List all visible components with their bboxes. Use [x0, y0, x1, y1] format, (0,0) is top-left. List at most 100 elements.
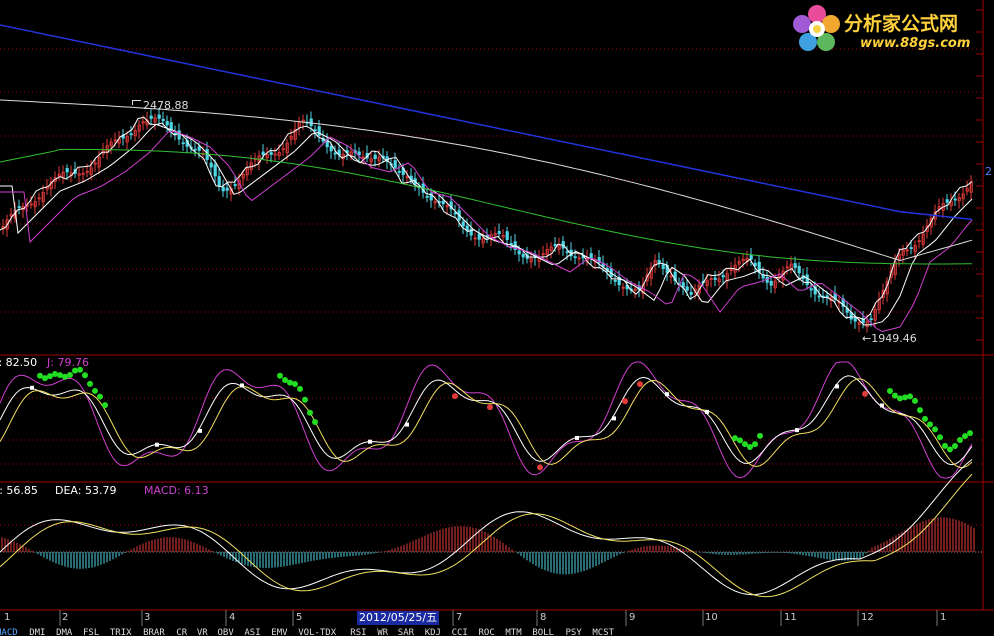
macd-dif-line — [0, 459, 973, 596]
indicator-tab-dma[interactable]: DMA — [56, 627, 72, 636]
candle-body — [357, 151, 361, 156]
kdj-marker — [705, 409, 709, 414]
kdj-marker — [155, 442, 159, 447]
candle-body — [909, 247, 913, 249]
kdj-buy-signal — [67, 371, 73, 378]
month-label: 1 — [4, 612, 11, 623]
candle-body — [953, 198, 957, 201]
indicator-tab-cr[interactable]: CR — [176, 627, 187, 636]
indicator-tab-strip: MACD DMI DMA FSL TRIX BRAR CR VR OBV ASI EMV VOL-TD… — [0, 627, 994, 636]
kdj-d-value: D: 82.50 — [0, 356, 38, 369]
candle-body — [685, 286, 689, 291]
indicator-tab-vol-tdx[interactable]: VOL-TDX — [298, 627, 336, 636]
candle-body — [193, 148, 197, 151]
kdj-buy-signal — [757, 432, 763, 439]
candle-body — [521, 254, 525, 258]
candle-body — [721, 275, 725, 278]
indicator-tab-dmi[interactable]: DMI — [29, 627, 45, 636]
candle-body — [225, 187, 229, 191]
candle-body — [753, 262, 757, 267]
kdj-marker — [368, 439, 372, 444]
candle-body — [397, 171, 401, 173]
candle-body — [181, 142, 185, 145]
candle-body — [509, 243, 513, 245]
indicator-tab-roc[interactable]: ROC — [479, 627, 495, 636]
candle-body — [681, 282, 685, 288]
indicator-tab-asi[interactable]: ASI — [244, 627, 260, 636]
candle-body — [853, 316, 857, 322]
kdj-marker — [880, 403, 884, 408]
flower-logo-icon — [793, 5, 840, 51]
kdj-buy-signal — [922, 415, 928, 422]
candle-body — [197, 146, 201, 151]
kdj-sell-signal — [622, 398, 628, 405]
kdj-buy-signal — [312, 419, 318, 426]
candle-body — [217, 176, 221, 187]
moving-average-lines — [0, 24, 973, 333]
candle-body — [613, 280, 617, 282]
macd-dif-value: DIF: 56.85 — [0, 484, 38, 497]
indicator-tab-kdj[interactable]: KDJ — [425, 627, 441, 636]
candle-body — [129, 133, 133, 136]
indicator-tab-macd[interactable]: MACD — [0, 627, 18, 636]
candle-body — [169, 122, 173, 131]
kdj-buy-signal — [297, 385, 303, 392]
candle-body — [945, 199, 949, 203]
ma-10-line — [0, 130, 973, 333]
candle-body — [817, 295, 821, 298]
month-label: 7 — [456, 612, 463, 623]
indicator-tab-boll[interactable]: BOLL — [532, 627, 554, 636]
stock-chart-canvas[interactable] — [0, 0, 994, 636]
kdj-buy-signal — [937, 434, 943, 441]
macd-value: MACD: 6.13 — [144, 484, 209, 497]
candle-body — [689, 291, 693, 295]
kdj-buy-signal — [907, 393, 913, 400]
candle-body — [177, 130, 181, 140]
indicator-tab-vr[interactable]: VR — [197, 627, 208, 636]
indicator-tab-sar[interactable]: SAR — [398, 627, 414, 636]
candle-body — [373, 154, 377, 159]
candle-body — [505, 231, 509, 241]
indicator-tab-mtm[interactable]: MTM — [505, 627, 521, 636]
month-label: 11 — [784, 612, 797, 623]
kdj-indicator — [0, 361, 973, 479]
indicator-tab-mcst[interactable]: MCST — [592, 627, 614, 636]
indicator-tab-wr[interactable]: WR — [377, 627, 388, 636]
indicator-tab-emv[interactable]: EMV — [271, 627, 287, 636]
kdj-buy-signal — [927, 421, 933, 428]
candle-body — [453, 212, 457, 215]
candle-body — [793, 263, 797, 269]
kdj-buy-signal — [967, 430, 973, 437]
candle-body — [749, 254, 753, 260]
kdj-buy-signal — [292, 380, 298, 387]
candle-body — [161, 119, 165, 122]
kdj-marker — [240, 383, 244, 388]
indicator-tab-brar[interactable]: BRAR — [143, 627, 165, 636]
candle-body — [553, 244, 557, 247]
kdj-marker — [665, 392, 669, 397]
price-high-marker: 2478.88 — [132, 100, 189, 112]
logo-title: 分析家公式网 — [844, 13, 959, 35]
kdj-buy-signal — [917, 407, 923, 414]
candle-body — [209, 162, 213, 168]
indicator-tab-fsl[interactable]: FSL — [83, 627, 99, 636]
kdj-buy-signal — [302, 396, 308, 403]
ma-30-line — [0, 148, 972, 265]
kdj-marker — [795, 428, 799, 433]
candle-body — [461, 221, 465, 227]
indicator-tab-cci[interactable]: CCI — [452, 627, 468, 636]
indicator-tab-psy[interactable]: PSY — [566, 627, 582, 636]
kdj-buy-signal — [307, 409, 313, 416]
indicator-tab-obv[interactable]: OBV — [218, 627, 234, 636]
month-label: 8 — [540, 612, 547, 623]
indicator-tab-trix[interactable]: TRIX — [110, 627, 132, 636]
kdj-buy-signal — [737, 437, 743, 444]
indicator-tab-rsi[interactable]: RSI — [350, 627, 366, 636]
chart-grid — [0, 0, 994, 626]
kdj-k-line — [0, 375, 973, 466]
kdj-sell-signal — [487, 404, 493, 411]
candle-body — [333, 152, 337, 155]
candle-body — [393, 160, 397, 168]
month-label: 4 — [229, 612, 236, 623]
ma-short-line — [0, 116, 973, 321]
